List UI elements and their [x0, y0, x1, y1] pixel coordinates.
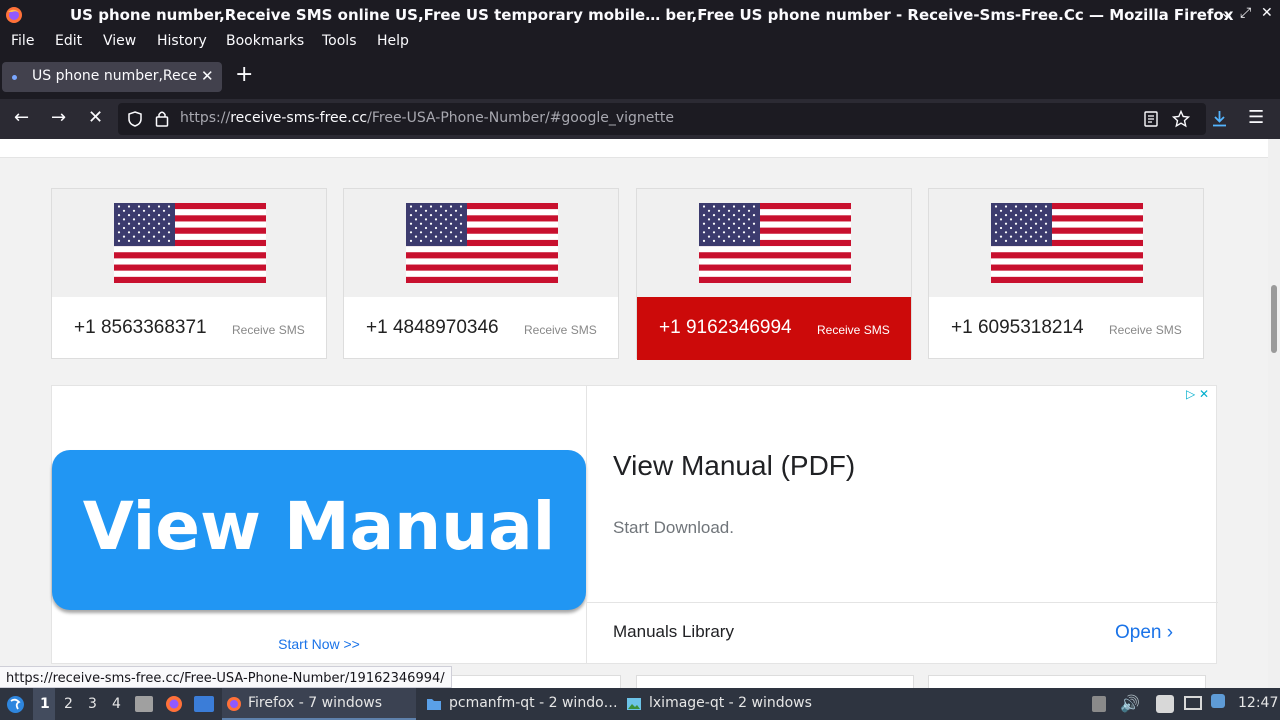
nav-bar: ← → ✕ https://receive-sms-free.cc/Free-U… — [0, 99, 1280, 139]
ad-start-now-link[interactable]: Start Now >> — [52, 636, 586, 652]
web-page: +1 8563368371 Receive SMS +1 4848970346 … — [0, 139, 1268, 688]
ad-button-label: View Manual — [82, 488, 556, 565]
ad-library-label: Manuals Library — [613, 622, 734, 641]
us-flag-icon — [991, 203, 1143, 283]
app-menu-icon[interactable]: ☰ — [1248, 107, 1264, 128]
window-titlebar: US phone number,Receive SMS online US,Fr… — [0, 0, 1280, 29]
firefox-icon — [227, 697, 241, 711]
status-link-preview: https://receive-sms-free.cc/Free-USA-Pho… — [0, 666, 452, 688]
firefox-icon — [6, 7, 22, 23]
task-pcmanfm[interactable]: pcmanfm-qt - 2 windo… — [422, 688, 618, 720]
taskbar: 1 2 3 4 Firefox - 7 windows pcmanfm-qt -… — [0, 688, 1280, 720]
advertisement[interactable]: View Manual Start Now >> View Manual (PD… — [51, 385, 1218, 664]
receive-sms-link[interactable]: Receive SMS — [817, 323, 890, 337]
file-manager-launcher-icon[interactable] — [135, 696, 153, 712]
us-flag-icon — [114, 203, 266, 283]
window-title: US phone number,Receive SMS online US,Fr… — [70, 6, 1234, 24]
ad-open-link[interactable]: Open › — [1115, 622, 1173, 644]
shield-icon[interactable] — [127, 111, 143, 127]
tab-title: US phone number,Receive SMS online US — [32, 68, 197, 84]
page-scrollbar[interactable] — [1268, 139, 1280, 688]
image-viewer-icon — [627, 698, 641, 710]
desktop-launcher-icon[interactable] — [194, 696, 214, 712]
lock-icon[interactable] — [155, 110, 169, 127]
menu-view[interactable]: View — [103, 33, 136, 49]
clock[interactable]: 12:47 — [1238, 695, 1278, 711]
flag-area — [637, 189, 911, 297]
ad-open-label[interactable]: Open — [1115, 622, 1161, 643]
receive-sms-link[interactable]: Receive SMS — [232, 323, 305, 337]
folder-icon — [427, 699, 441, 710]
task-label: pcmanfm-qt - 2 windo… — [449, 695, 618, 711]
ad-choices-icon[interactable]: ▷ ✕ — [1186, 387, 1209, 401]
minimize-icon[interactable]: ⌄ — [1220, 5, 1232, 21]
tab-strip: US phone number,Receive SMS online US ✕ … — [0, 55, 1280, 99]
page-header-strip — [0, 139, 1268, 158]
receive-sms-link[interactable]: Receive SMS — [1109, 323, 1182, 337]
us-flag-icon — [406, 203, 558, 283]
receive-sms-link[interactable]: Receive SMS — [524, 323, 597, 337]
menu-edit[interactable]: Edit — [55, 33, 82, 49]
tab-active[interactable]: US phone number,Receive SMS online US ✕ — [2, 62, 222, 92]
url-bar[interactable]: https://receive-sms-free.cc/Free-USA-Pho… — [118, 103, 1206, 135]
close-window-icon[interactable]: ✕ — [1261, 5, 1273, 21]
firefox-launcher-icon[interactable] — [165, 695, 183, 713]
ad-view-manual-button[interactable]: View Manual — [52, 450, 586, 610]
menu-help[interactable]: Help — [377, 33, 409, 49]
us-flag-icon — [699, 203, 851, 283]
flag-area — [344, 189, 618, 297]
ad-details: View Manual (PDF) Start Download. Manual… — [586, 386, 1218, 663]
ad-subtitle: Start Download. — [613, 518, 734, 537]
reader-view-icon[interactable] — [1144, 111, 1159, 127]
phone-card[interactable]: +1 8563368371 Receive SMS — [51, 188, 327, 359]
ad-divider — [587, 602, 1218, 603]
stop-icon[interactable]: ✕ — [88, 107, 103, 128]
restore-icon[interactable]: ⤢ — [1240, 5, 1251, 21]
workspace-1[interactable]: 1 — [40, 696, 50, 712]
phone-number[interactable]: +1 9162346994 — [659, 317, 792, 339]
close-tab-icon[interactable]: ✕ — [201, 67, 214, 85]
phone-number[interactable]: +1 4848970346 — [366, 317, 499, 339]
menu-file[interactable]: File — [11, 33, 34, 49]
scrollbar-thumb[interactable] — [1271, 285, 1277, 353]
notification-icon[interactable] — [1211, 694, 1225, 708]
next-row-card — [928, 675, 1206, 688]
ad-title[interactable]: View Manual (PDF) — [613, 450, 855, 482]
bookmark-star-icon[interactable] — [1172, 110, 1190, 128]
menu-bar: File Edit View History Bookmarks Tools H… — [0, 29, 1280, 55]
menu-history[interactable]: History — [157, 33, 207, 49]
task-label: Firefox - 7 windows — [248, 695, 383, 711]
new-tab-icon[interactable]: + — [235, 64, 253, 86]
task-label: lximage-qt - 2 windows — [649, 695, 812, 711]
phone-number[interactable]: +1 6095318214 — [951, 317, 1084, 339]
volume-icon[interactable]: 🔊 — [1120, 694, 1140, 713]
next-row-card — [636, 675, 914, 688]
phone-card-active[interactable]: +1 9162346994 Receive SMS — [636, 188, 912, 360]
task-firefox[interactable]: Firefox - 7 windows — [222, 688, 416, 720]
loading-indicator-icon — [12, 75, 17, 80]
menu-tools[interactable]: Tools — [322, 33, 357, 49]
flag-area — [52, 189, 326, 297]
back-icon[interactable]: ← — [14, 107, 29, 128]
phone-number[interactable]: +1 8563368371 — [74, 317, 207, 339]
tray-updates-icon[interactable] — [1092, 696, 1106, 712]
clipboard-icon[interactable] — [1156, 695, 1174, 713]
chevron-right-icon: › — [1166, 622, 1174, 643]
menu-bookmarks[interactable]: Bookmarks — [226, 33, 304, 49]
flag-area — [929, 189, 1203, 297]
phone-card[interactable]: +1 4848970346 Receive SMS — [343, 188, 619, 359]
url-text[interactable]: https://receive-sms-free.cc/Free-USA-Pho… — [180, 110, 674, 126]
downloads-icon[interactable] — [1211, 110, 1228, 128]
workspace-4[interactable]: 4 — [112, 696, 121, 712]
start-menu-icon[interactable] — [6, 695, 25, 714]
phone-card[interactable]: +1 6095318214 Receive SMS — [928, 188, 1204, 359]
task-lximage[interactable]: lximage-qt - 2 windows — [622, 688, 816, 720]
workspace-3[interactable]: 3 — [88, 696, 97, 712]
network-icon[interactable] — [1184, 696, 1202, 710]
forward-icon[interactable]: → — [51, 107, 66, 128]
workspace-2[interactable]: 2 — [64, 696, 73, 712]
